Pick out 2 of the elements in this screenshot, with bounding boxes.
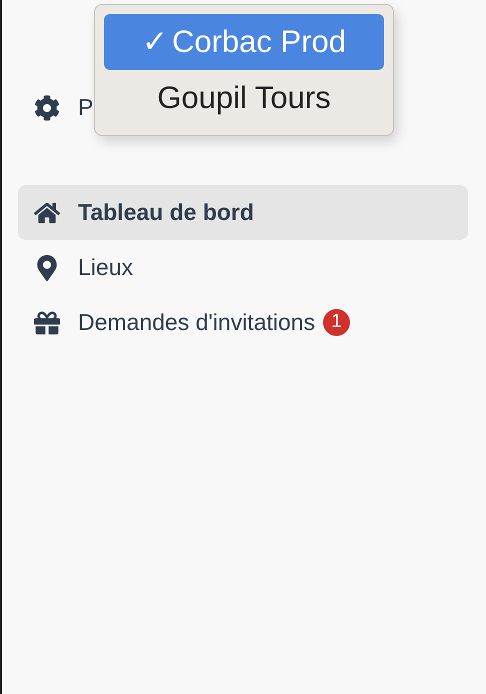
count-badge: 1 bbox=[323, 309, 350, 336]
checkmark: ✓ bbox=[142, 22, 168, 61]
